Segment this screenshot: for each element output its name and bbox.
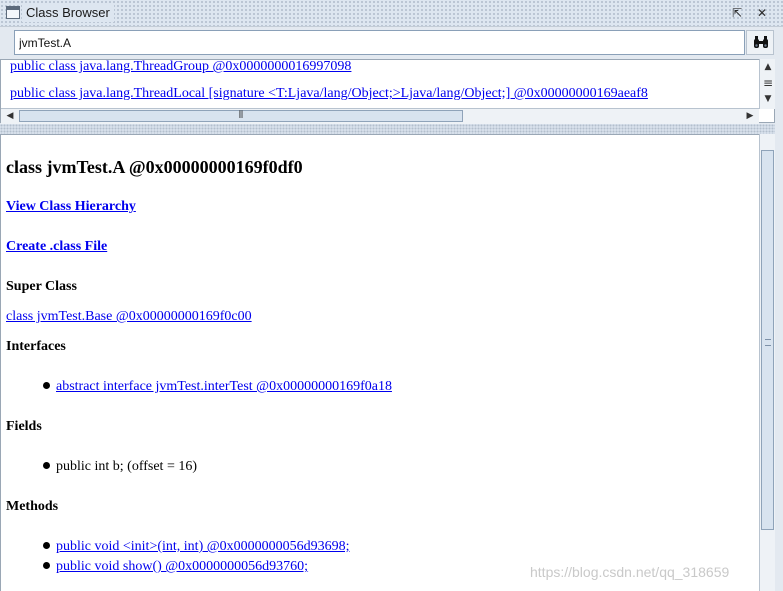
detail-vertical-scrollbar[interactable] [759,134,775,591]
interfaces-heading: Interfaces [6,339,66,354]
list-item: public void <init>(int, int) @0x00000000… [43,539,350,555]
bullet-icon [43,382,50,389]
list-item: public int b; (offset = 16) [43,459,197,475]
window-icon [6,6,20,19]
vertical-scroll-thumb[interactable] [761,150,774,530]
method-link[interactable]: public void <init>(int, int) @0x00000000… [56,539,350,554]
class-heading: class jvmTest.A @0x00000000169f0df0 [6,157,303,177]
binoculars-icon [754,36,768,48]
class-list-vertical-scrollbar[interactable]: ▲ ≡ ▼ [759,59,776,109]
method-link[interactable]: public void show() @0x0000000056d93760; [56,559,308,574]
horizontal-scroll-thumb[interactable]: ⦀ [19,110,463,122]
scroll-left-icon[interactable]: ◀ [3,110,17,122]
scroll-down-icon[interactable]: ▼ [761,93,775,105]
methods-heading: Methods [6,499,59,514]
create-class-file-link[interactable]: Create .class File [6,239,107,255]
search-input[interactable] [14,30,745,55]
field-entry: public int b; (offset = 16) [56,459,198,474]
bullet-icon [43,542,50,549]
class-browser-window: Class Browser ⇱ ✕ public class java.lang… [0,0,783,591]
window-edge [775,59,783,591]
view-class-hierarchy-link[interactable]: View Class Hierarchy [6,199,136,215]
close-icon[interactable]: ✕ [754,5,770,21]
search-row [0,27,783,59]
interface-link[interactable]: abstract interface jvmTest.interTest @0x… [56,379,392,394]
watermark: https://blog.csdn.net/qq_318659 [530,564,730,580]
scroll-right-icon[interactable]: ▶ [743,110,757,122]
class-list-item[interactable]: public class java.lang.ThreadGroup @0x00… [10,60,351,75]
bullet-icon [43,562,50,569]
scroll-thumb-grip-icon[interactable]: ≡ [761,77,775,89]
scroll-up-icon[interactable]: ▲ [761,61,775,73]
find-button[interactable] [746,30,774,55]
window-title: Class Browser [22,4,114,22]
super-class-link[interactable]: class jvmTest.Base @0x00000000169f0c00 [6,309,252,325]
scroll-thumb-grip-icon: ⦀ [238,110,244,121]
list-item: abstract interface jvmTest.interTest @0x… [43,379,392,395]
class-list-horizontal-scrollbar[interactable]: ◀ ⦀ ▶ [1,108,759,124]
class-detail-panel: class jvmTest.A @0x00000000169f0df0 View… [0,134,759,591]
bullet-icon [43,462,50,469]
fields-heading: Fields [6,419,42,434]
title-bar[interactable]: Class Browser ⇱ ✕ [0,0,783,27]
restore-icon[interactable]: ⇱ [729,5,745,21]
super-class-heading: Super Class [6,279,77,294]
class-list-item[interactable]: public class java.lang.ThreadLocal [sign… [10,86,648,102]
split-pane-divider[interactable] [0,124,783,134]
list-item: public void show() @0x0000000056d93760; [43,559,308,575]
